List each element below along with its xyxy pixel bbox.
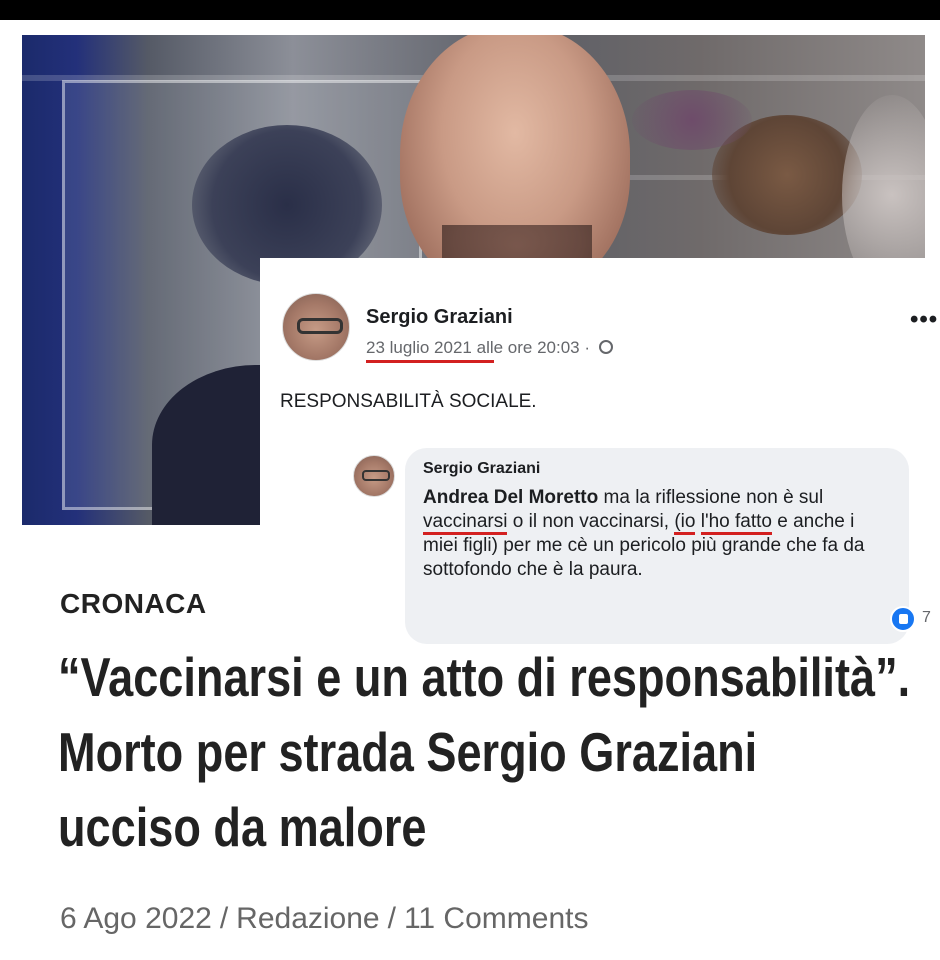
post-date[interactable]: 23 luglio 2021: [366, 338, 472, 357]
article-date: 6 Ago 2022: [60, 902, 212, 935]
article-byline: 6 Ago 2022/Redazione/11 Comments: [60, 902, 588, 936]
comment-text-part: [695, 511, 700, 532]
byline-separator: /: [219, 902, 229, 935]
byline-separator: /: [387, 902, 396, 935]
facebook-post: Sergio Graziani 23 luglio 2021 alle ore …: [260, 258, 940, 644]
underlined-ho-fatto: l'ho fatto: [700, 511, 772, 535]
more-options-icon[interactable]: •••: [910, 306, 938, 334]
underlined-vaccinarsi: vaccinarsi: [423, 511, 508, 535]
like-reaction-icon[interactable]: [890, 606, 916, 632]
date-underline: [366, 360, 494, 363]
article-comments-link[interactable]: 11 Comments: [404, 902, 589, 935]
comment-text-part: o il non vaccinarsi,: [507, 511, 675, 532]
comment-bubble: Sergio Graziani Andrea Del Moretto ma la…: [405, 448, 909, 644]
post-time: alle ore 20:03 ·: [476, 338, 591, 357]
comment-text: Andrea Del Moretto ma la riflessione non…: [423, 486, 891, 582]
post-status: RESPONSABILITÀ SOCIALE.: [280, 391, 537, 412]
top-black-bar: [0, 0, 940, 20]
comment-mention[interactable]: Andrea Del Moretto: [423, 487, 598, 508]
reaction-count[interactable]: 7: [922, 609, 931, 627]
author-avatar[interactable]: [282, 293, 350, 361]
article-category[interactable]: CRONACA: [60, 588, 207, 620]
globe-icon: [598, 340, 613, 354]
article-headline[interactable]: “Vaccinarsi e un atto di responsabilità”…: [58, 640, 911, 865]
post-author[interactable]: Sergio Graziani: [366, 306, 513, 329]
post-timestamp[interactable]: 23 luglio 2021 alle ore 20:03 ·: [366, 338, 613, 363]
commenter-avatar[interactable]: [353, 455, 395, 497]
article-author[interactable]: Redazione: [236, 902, 379, 935]
comment-author[interactable]: Sergio Graziani: [423, 460, 891, 478]
article-card: Sergio Graziani 23 luglio 2021 alle ore …: [0, 20, 940, 960]
underlined-io: (io: [674, 511, 696, 535]
comment-text-part: ma la riflessione non è sul: [598, 487, 824, 508]
